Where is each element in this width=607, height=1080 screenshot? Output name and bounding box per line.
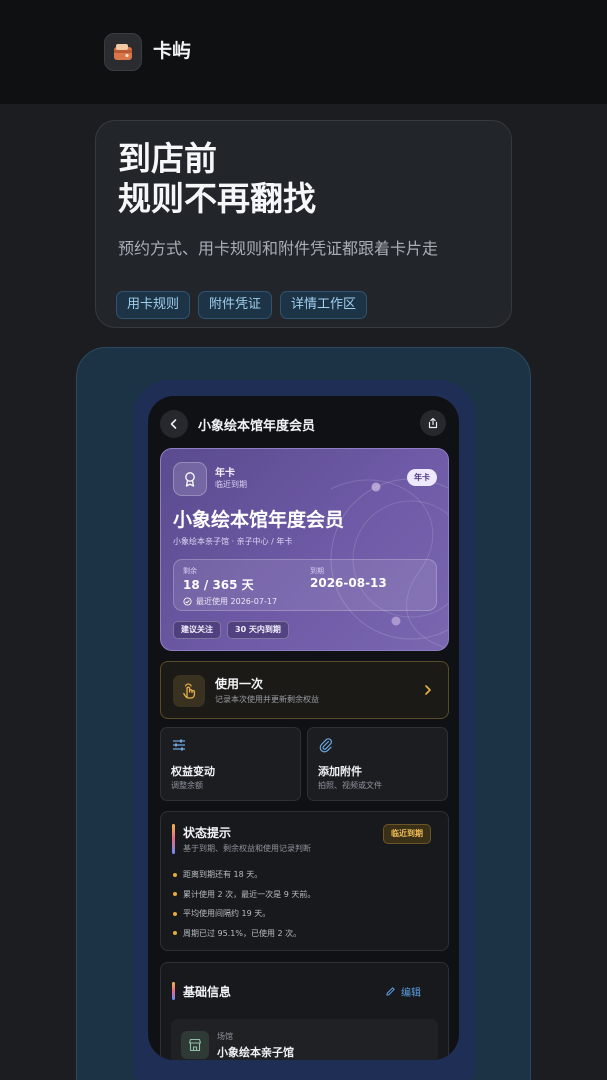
paperclip-icon [319, 738, 332, 753]
store-icon [181, 1031, 209, 1059]
status-item-text: 距离到期还有 18 天。 [183, 870, 263, 880]
share-icon [428, 417, 438, 429]
expiry-label: 到期 [310, 567, 324, 575]
chip-detail-workspace: 详情工作区 [280, 291, 368, 319]
back-button[interactable] [160, 410, 188, 438]
card-stats-panel: 剩余 18 / 365 天 到期 2026-08-13 最近使用 2026-07… [173, 559, 437, 611]
use-once-subtitle: 记录本次使用并更新剩余权益 [215, 695, 319, 704]
basic-info-title: 基础信息 [183, 985, 232, 999]
pill-expiring: 30 天内到期 [227, 621, 289, 639]
chevron-right-icon [425, 685, 431, 695]
bullet-icon [173, 931, 177, 936]
basic-accent-bar [172, 982, 175, 1000]
app-header: 卡屿 [0, 0, 607, 104]
remaining-value: 18 / 365 天 [183, 578, 254, 592]
add-attachment-subtitle: 拍照、视频或文件 [318, 781, 382, 790]
card-type-tag: 年卡 [407, 469, 437, 486]
bullet-icon [173, 892, 177, 897]
phone-screen: 小象绘本馆年度会员 年卡 临近到期 年卡 小象绘本馆年度会员 小象绘本亲子馆 · [148, 396, 459, 1060]
hero-panel: 到店前 规则不再翻找 预约方式、用卡规则和附件凭证都跟着卡片走 用卡规则 附件凭… [95, 120, 512, 328]
app-name: 卡屿 [153, 40, 192, 62]
last-used-row: 最近使用 2026-07-17 [183, 596, 277, 607]
venue-value: 小象绘本亲子馆 [217, 1046, 294, 1059]
chip-attachments: 附件凭证 [198, 291, 273, 319]
status-list: 距离到期还有 18 天。 累计使用 2 次，最近一次是 9 天前。 平均使用间隔… [173, 865, 315, 943]
remaining-label: 剩余 [183, 567, 197, 575]
edit-label: 编辑 [401, 988, 421, 999]
use-once-title: 使用一次 [215, 677, 264, 691]
card-status: 临近到期 [215, 480, 247, 489]
adjust-balance-subtitle: 调整余额 [171, 781, 203, 790]
card-pills: 建议关注 30 天内到期 [173, 621, 289, 639]
status-subtitle: 基于到期、剩余权益和使用记录判断 [183, 844, 311, 853]
status-item: 周期已过 95.1%，已使用 2 次。 [173, 924, 315, 944]
membership-card[interactable]: 年卡 临近到期 年卡 小象绘本馆年度会员 小象绘本亲子馆 · 亲子中心 / 年卡… [160, 448, 449, 651]
add-attachment-title: 添加附件 [318, 765, 362, 778]
add-attachment-tile[interactable]: 添加附件 拍照、视频或文件 [307, 727, 448, 801]
hero-title-line-1: 到店前 [118, 139, 217, 178]
status-hint-panel: 状态提示 基于到期、剩余权益和使用记录判断 临近到期 距离到期还有 18 天。 … [160, 811, 449, 951]
bullet-icon [173, 872, 177, 877]
venue-label: 场馆 [217, 1032, 233, 1041]
status-item-text: 累计使用 2 次，最近一次是 9 天前。 [183, 889, 316, 899]
chevron-left-icon [170, 419, 177, 429]
chip-card-rules: 用卡规则 [116, 291, 191, 319]
expiry-value: 2026-08-13 [310, 576, 387, 590]
adjust-balance-tile[interactable]: 权益变动 调整余额 [160, 727, 301, 801]
venue-row[interactable]: 场馆 小象绘本亲子馆 [171, 1019, 438, 1060]
adjust-balance-title: 权益变动 [171, 765, 215, 778]
hero-title-line-2: 规则不再翻找 [118, 179, 316, 218]
card-meta: 小象绘本亲子馆 · 亲子中心 / 年卡 [173, 537, 293, 546]
card-type: 年卡 [215, 468, 235, 479]
status-title: 状态提示 [183, 826, 232, 840]
status-item-text: 周期已过 95.1%，已使用 2 次。 [183, 928, 302, 938]
bullet-icon [173, 911, 177, 916]
tap-hand-icon [173, 675, 205, 707]
status-badge: 临近到期 [383, 824, 431, 844]
wallet-icon [104, 33, 142, 71]
badge-icon [173, 462, 207, 496]
status-accent-bar [172, 824, 175, 854]
card-title: 小象绘本馆年度会员 [173, 509, 345, 531]
status-item: 距离到期还有 18 天。 [173, 865, 315, 885]
status-item: 累计使用 2 次，最近一次是 9 天前。 [173, 885, 315, 905]
use-once-button[interactable]: 使用一次 记录本次使用并更新剩余权益 [160, 661, 449, 719]
pill-attention: 建议关注 [173, 621, 221, 639]
pencil-icon [386, 987, 395, 996]
hero-title: 到店前 规则不再翻找 [118, 139, 316, 219]
sliders-icon [173, 739, 185, 751]
hero-subtitle: 预约方式、用卡规则和附件凭证都跟着卡片走 [118, 239, 439, 258]
feature-chips: 用卡规则 附件凭证 详情工作区 [116, 291, 368, 319]
detail-title: 小象绘本馆年度会员 [198, 419, 316, 434]
status-item: 平均使用间隔约 19 天。 [173, 904, 315, 924]
share-button[interactable] [420, 410, 446, 436]
edit-button[interactable]: 编辑 [385, 984, 421, 999]
last-used-text: 最近使用 2026-07-17 [196, 597, 278, 606]
detail-nav-bar: 小象绘本馆年度会员 [148, 396, 459, 448]
check-circle-icon [183, 597, 192, 606]
status-item-text: 平均使用间隔约 19 天。 [183, 909, 271, 919]
basic-info-panel: 基础信息 编辑 场馆 小象绘本亲子馆 [160, 962, 449, 1060]
